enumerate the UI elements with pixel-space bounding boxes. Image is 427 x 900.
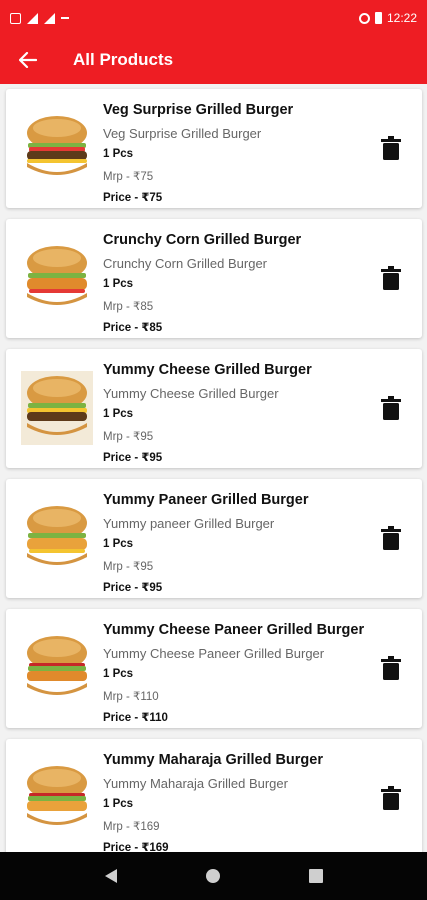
product-mrp: Mrp - ₹95 <box>103 431 154 443</box>
product-name: Veg Surprise Grilled Burger <box>103 102 294 118</box>
product-description: Yummy paneer Grilled Burger <box>103 516 275 531</box>
delete-button[interactable] <box>379 654 403 682</box>
burger-image <box>27 246 87 305</box>
product-info: Yummy Maharaja Grilled Burger Yummy Maha… <box>103 752 373 852</box>
product-info: Crunchy Corn Grilled Burger Crunchy Corn… <box>103 232 373 340</box>
product-quantity: 1 Pcs <box>103 278 134 290</box>
system-nav-bar <box>0 852 427 900</box>
battery-icon <box>374 12 382 24</box>
back-button[interactable] <box>0 36 56 84</box>
product-info: Yummy Cheese Paneer Grilled Burger Yummy… <box>103 622 373 730</box>
product-mrp: Mrp - ₹169 <box>103 821 160 833</box>
nav-home-icon <box>206 869 221 883</box>
status-system: 12:22 <box>358 11 417 25</box>
hotspot-icon <box>358 12 370 24</box>
product-name: Yummy Maharaja Grilled Burger <box>103 752 323 768</box>
trash-icon <box>381 396 401 420</box>
product-info: Yummy Paneer Grilled Burger Yummy paneer… <box>103 492 373 600</box>
signal-icon <box>27 12 38 24</box>
product-card[interactable]: Yummy Maharaja Grilled Burger Yummy Maha… <box>6 739 422 852</box>
product-quantity: 1 Pcs <box>103 538 134 550</box>
notification-icon <box>10 12 21 24</box>
product-quantity: 1 Pcs <box>103 408 134 420</box>
arrow-left-icon <box>19 52 37 68</box>
product-price: Price - ₹95 <box>103 452 163 464</box>
product-description: Veg Surprise Grilled Burger <box>103 126 262 141</box>
product-name: Yummy Cheese Paneer Grilled Burger <box>103 622 365 638</box>
nav-recents-icon <box>308 869 323 883</box>
product-price: Price - ₹75 <box>103 192 163 204</box>
delete-button[interactable] <box>379 134 403 162</box>
trash-icon <box>381 136 401 160</box>
trash-icon <box>381 656 401 680</box>
signal-icon-2 <box>44 12 55 24</box>
burger-image <box>27 636 87 695</box>
product-price: Price - ₹85 <box>103 322 163 334</box>
status-notifications <box>10 12 69 24</box>
dash-icon <box>61 17 69 19</box>
app-bar: All Products <box>0 36 427 84</box>
product-card[interactable]: Crunchy Corn Grilled Burger Crunchy Corn… <box>6 219 422 338</box>
nav-back-icon <box>105 869 118 883</box>
trash-icon <box>381 786 401 810</box>
product-mrp: Mrp - ₹75 <box>103 171 154 183</box>
delete-button[interactable] <box>379 524 403 552</box>
nav-recents-button[interactable] <box>292 852 340 900</box>
product-price: Price - ₹95 <box>103 582 163 594</box>
product-description: Yummy Cheese Paneer Grilled Burger <box>103 646 325 661</box>
status-time: 12:22 <box>386 11 417 25</box>
status-bar: 12:22 <box>0 0 427 36</box>
product-description: Yummy Maharaja Grilled Burger <box>103 776 288 791</box>
burger-image <box>27 506 87 565</box>
product-mrp: Mrp - ₹110 <box>103 691 159 703</box>
product-info: Yummy Cheese Grilled Burger Yummy Cheese… <box>103 362 373 470</box>
burger-image <box>27 766 87 825</box>
product-list[interactable]: Veg Surprise Grilled Burger Veg Surprise… <box>0 84 427 852</box>
product-quantity: 1 Pcs <box>103 148 134 160</box>
product-price: Price - ₹110 <box>103 712 168 724</box>
burger-image <box>27 116 87 175</box>
product-name: Yummy Paneer Grilled Burger <box>103 492 309 508</box>
delete-button[interactable] <box>379 394 403 422</box>
page-title: All Products <box>73 50 174 69</box>
product-card[interactable]: Yummy Cheese Paneer Grilled Burger Yummy… <box>6 609 422 728</box>
product-card[interactable]: Yummy Cheese Grilled Burger Yummy Cheese… <box>6 349 422 468</box>
product-mrp: Mrp - ₹95 <box>103 561 154 573</box>
product-card[interactable]: Veg Surprise Grilled Burger Veg Surprise… <box>6 89 422 208</box>
trash-icon <box>381 526 401 550</box>
product-description: Yummy Cheese Grilled Burger <box>103 386 279 401</box>
product-info: Veg Surprise Grilled Burger Veg Surprise… <box>103 102 373 210</box>
product-quantity: 1 Pcs <box>103 798 134 810</box>
product-price: Price - ₹169 <box>103 842 169 852</box>
delete-button[interactable] <box>379 784 403 812</box>
product-quantity: 1 Pcs <box>103 668 134 680</box>
product-description: Crunchy Corn Grilled Burger <box>103 256 268 271</box>
product-name: Crunchy Corn Grilled Burger <box>103 232 302 248</box>
product-card[interactable]: Yummy Paneer Grilled Burger Yummy paneer… <box>6 479 422 598</box>
trash-icon <box>381 266 401 290</box>
burger-image <box>21 371 93 445</box>
product-name: Yummy Cheese Grilled Burger <box>103 362 312 378</box>
nav-home-button[interactable] <box>189 852 237 900</box>
nav-back-button[interactable] <box>87 852 135 900</box>
product-mrp: Mrp - ₹85 <box>103 301 154 313</box>
delete-button[interactable] <box>379 264 403 292</box>
